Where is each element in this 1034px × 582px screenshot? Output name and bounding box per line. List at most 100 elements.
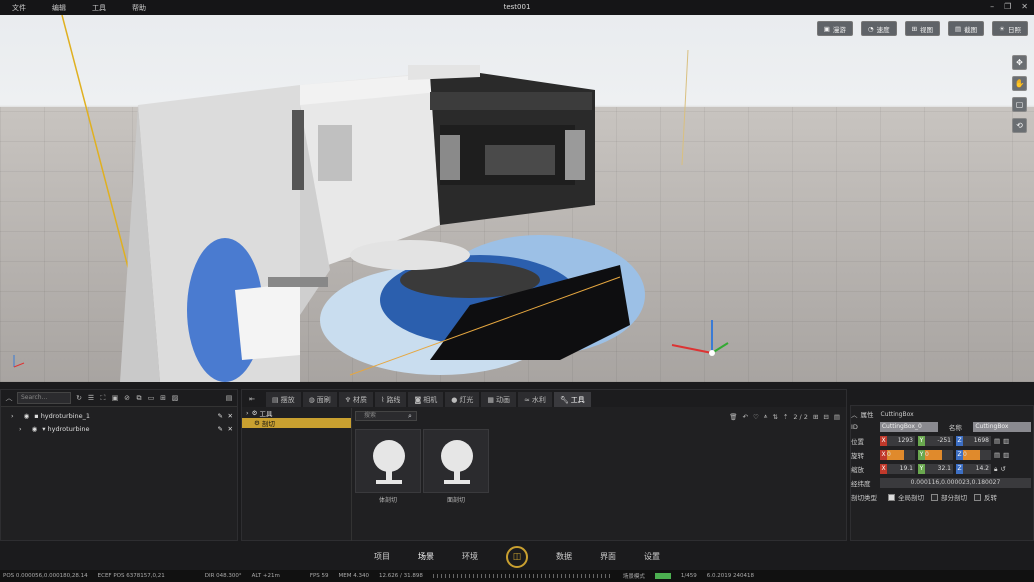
asset-card-plane-cut[interactable] — [423, 429, 489, 493]
lock-icon[interactable]: 🔒︎ — [994, 465, 997, 474]
edit-icon[interactable]: ✎ — [218, 412, 223, 420]
chevron-right-icon[interactable]: › — [19, 425, 22, 433]
undo-icon[interactable]: ↶ — [742, 413, 747, 421]
tab-tools[interactable]: 🔧︎ 工具 — [553, 392, 591, 407]
partial-cut-checkbox[interactable] — [931, 493, 938, 501]
tree-item-section[interactable]: ⚙ 剖切 — [242, 418, 351, 428]
properties-panel: ︿ 属性 CuttingBox ID CuttingBox_0 名称 Cutti… — [850, 405, 1034, 541]
scale-row: 缩放 X 19.1 Y 32.1 Z 14.2 🔒︎ ↺ — [851, 464, 1006, 474]
route-icon: ⌇ — [381, 395, 385, 404]
image-icon[interactable]: ▨ — [171, 394, 179, 402]
nav-scene[interactable]: 场景 — [418, 551, 434, 562]
nav-project[interactable]: 项目 — [374, 551, 390, 562]
paste-icon[interactable]: ▥ — [1003, 451, 1009, 459]
remove-icon[interactable]: ✕ — [228, 425, 233, 433]
rotation-y-slider[interactable]: 0 — [925, 450, 953, 460]
close-icon[interactable]: ✕ — [1021, 2, 1028, 11]
chevron-right-icon[interactable]: › — [11, 412, 14, 420]
chevron-right-icon[interactable]: › — [246, 409, 249, 417]
tab-material[interactable]: ♆ 材质 — [338, 392, 374, 407]
delete-icon[interactable]: 🗑︎ — [729, 413, 737, 421]
eye-icon[interactable]: ◉ — [32, 425, 38, 433]
copy-icon[interactable]: ⧉ — [135, 394, 143, 402]
remove-icon[interactable]: ✕ — [228, 412, 233, 420]
list-icon[interactable]: ☰ — [87, 394, 95, 402]
filter-icon[interactable]: ⩚ — [764, 412, 768, 421]
hand-tool-icon[interactable]: ✋ — [1012, 76, 1027, 91]
minimize-icon[interactable]: – — [990, 2, 994, 11]
tab-route[interactable]: ⌇ 路线 — [375, 392, 407, 407]
3d-viewport[interactable]: ▣ 漫游 ◔ 速度 ⊞ 视图 ▤ 截图 ☀ 日照 ✥ ✋ ▢ ⟲ — [0, 15, 1034, 382]
scale-y-field[interactable]: 32.1 — [925, 464, 953, 474]
copy-icon[interactable]: ▤ — [994, 451, 1000, 459]
nav-data[interactable]: 数据 — [556, 551, 572, 562]
lock-icon[interactable]: ▣ — [111, 394, 119, 402]
asset-card-volume-cut[interactable] — [355, 429, 421, 493]
tab-camera[interactable]: ◙ 相机 — [408, 392, 444, 407]
screenshot-button[interactable]: ▤ 截图 — [948, 21, 985, 36]
sort-icon[interactable]: ⇅ — [772, 413, 777, 421]
name-field[interactable]: CuttingBox — [973, 422, 1032, 432]
nav-environment[interactable]: 环境 — [462, 551, 478, 562]
roam-button[interactable]: ▣ 漫游 — [816, 21, 853, 36]
status-bar: POS 0.000056,0.000180,28.14 ECEF POS 637… — [0, 570, 1034, 582]
redo-icon[interactable]: ♡ — [753, 413, 759, 421]
tree-item-hydroturbine[interactable]: › ◉ ▾ hydroturbine ✎ ✕ — [1, 422, 237, 435]
paste-icon[interactable]: ▥ — [1003, 437, 1009, 445]
menu-icon[interactable]: ▤ — [225, 394, 233, 402]
place-icon: ▤ — [272, 395, 279, 404]
position-y-field[interactable]: -251 — [925, 436, 953, 446]
folder-icon: ▪ — [34, 411, 39, 420]
gear-icon: ⚙ — [254, 419, 260, 427]
rotation-x-slider[interactable]: 0 — [887, 450, 915, 460]
link-icon[interactable]: ⊘ — [123, 394, 131, 402]
tab-animation[interactable]: ▦ 动画 — [481, 392, 516, 407]
tab-light[interactable]: ● 灯光 — [445, 392, 480, 407]
coordinates-field[interactable]: 0.000116,0.000023,0.180027 — [879, 478, 1031, 488]
global-cut-checkbox[interactable] — [888, 493, 895, 501]
grid-view-icon[interactable]: ⊞ — [813, 413, 818, 421]
position-z-field[interactable]: 1698 — [963, 436, 991, 446]
move-tool-icon[interactable]: ✥ — [1012, 55, 1027, 70]
tree-item-hydroturbine-1[interactable]: › ◉ ▪ hydroturbine_1 ✎ ✕ — [1, 409, 237, 422]
position-x-field[interactable]: 1293 — [887, 436, 915, 446]
sunlight-button[interactable]: ☀ 日照 — [992, 21, 1028, 36]
select-tool-icon[interactable]: ▢ — [1012, 97, 1027, 112]
upload-icon[interactable]: ⇡ — [783, 413, 788, 421]
collapse-icon[interactable]: ︿ — [5, 394, 13, 402]
nav-interface[interactable]: 界面 — [600, 551, 616, 562]
tab-place[interactable]: ▤ 摆放 — [266, 392, 301, 407]
refresh-icon[interactable]: ↻ — [75, 394, 83, 402]
outliner-search-input[interactable]: Search... — [17, 392, 71, 404]
collapse-icon[interactable]: ︿ — [851, 409, 858, 419]
scene-model — [13, 15, 729, 382]
search-icon[interactable]: ⌕ — [408, 412, 412, 421]
id-field[interactable]: CuttingBox_0 — [879, 422, 938, 432]
scale-z-field[interactable]: 14.2 — [963, 464, 991, 474]
orbit-tool-icon[interactable]: ⟲ — [1012, 118, 1027, 133]
frame-icon[interactable]: ▭ — [147, 394, 155, 402]
detail-view-icon[interactable]: ▤ — [834, 413, 840, 421]
list-view-icon[interactable]: ⊟ — [823, 413, 828, 421]
tree-item-tools[interactable]: › ⚙ 工具 — [242, 408, 351, 418]
reset-icon[interactable]: ↺ — [1000, 465, 1005, 473]
panel-toggle-icon[interactable]: ⇤ — [248, 395, 256, 403]
home-logo-icon[interactable]: ◫ — [506, 545, 528, 568]
mode-toggle[interactable] — [654, 573, 671, 579]
tab-hydraulics[interactable]: ≈ 水利 — [517, 392, 552, 407]
speed-button[interactable]: ◔ 速度 — [860, 21, 897, 36]
animation-icon: ▦ — [487, 395, 494, 404]
edit-icon[interactable]: ✎ — [218, 425, 223, 433]
invert-checkbox[interactable] — [974, 493, 981, 501]
eye-icon[interactable]: ◉ — [24, 412, 30, 420]
position-row: 位置 X 1293 Y -251 Z 1698 ▤ ▥ — [851, 436, 1010, 446]
copy-icon[interactable]: ▤ — [994, 437, 1000, 445]
nav-settings[interactable]: 设置 — [644, 551, 660, 562]
grid-icon[interactable]: ⊞ — [159, 394, 167, 402]
restore-icon[interactable]: ❐ — [1004, 2, 1011, 11]
fit-icon[interactable]: ⛶ — [99, 394, 107, 402]
scale-x-field[interactable]: 19.1 — [887, 464, 915, 474]
view-button[interactable]: ⊞ 视图 — [904, 21, 941, 36]
tab-brush[interactable]: ◍ 面刷 — [302, 392, 337, 407]
rotation-z-slider[interactable]: 0 — [963, 450, 991, 460]
